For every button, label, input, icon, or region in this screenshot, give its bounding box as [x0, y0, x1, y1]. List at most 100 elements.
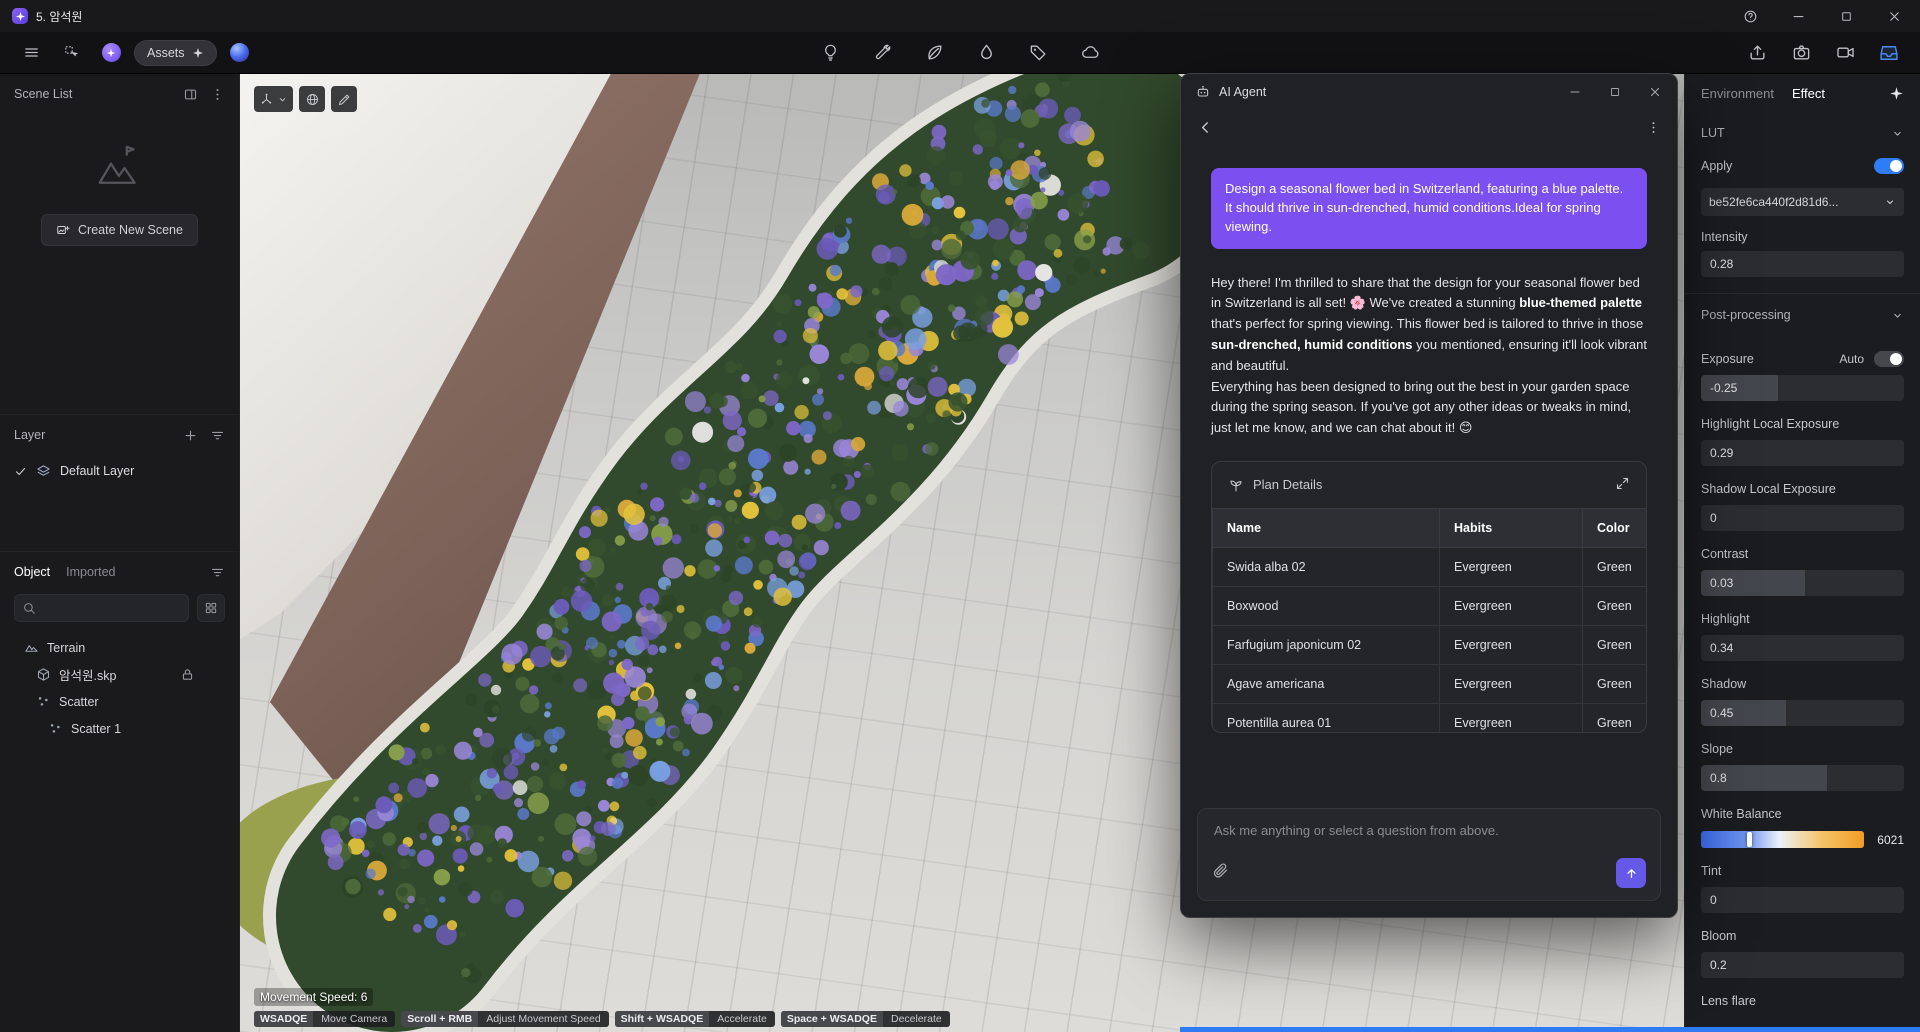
tag-icon	[1029, 43, 1048, 62]
layer-row-default[interactable]: Default Layer	[0, 455, 239, 487]
assets-button[interactable]: Assets	[134, 39, 217, 66]
add-layer-icon[interactable]	[183, 428, 198, 443]
minimize-icon	[1791, 9, 1806, 24]
apply-toggle[interactable]	[1874, 158, 1904, 174]
effects-sparkle-icon[interactable]	[1889, 86, 1904, 101]
back-button[interactable]	[1197, 119, 1214, 141]
material-sphere-button[interactable]	[223, 36, 257, 70]
select-tool-button[interactable]	[54, 36, 88, 70]
auto-exposure-toggle[interactable]	[1874, 351, 1904, 367]
maximize-button[interactable]	[1826, 1, 1866, 31]
lut-title: LUT	[1701, 126, 1725, 140]
plan-table-row[interactable]: Boxwood Evergreen Green	[1212, 585, 1646, 626]
effect-field-highlight-local-exposure: Highlight Local Exposure 0.29	[1701, 415, 1904, 466]
view-mode-grid-button[interactable]	[197, 594, 225, 622]
help-button[interactable]	[1730, 1, 1770, 31]
lut-preset-dropdown[interactable]: be52fe6ca440f2d81d6...	[1701, 188, 1904, 216]
ai-agent-nav	[1181, 110, 1677, 150]
filter-icon[interactable]	[210, 428, 225, 443]
post-processing-title: Post-processing	[1701, 308, 1791, 322]
hamburger-icon	[23, 44, 40, 61]
light-tool-button[interactable]	[813, 36, 847, 70]
water-tool-button[interactable]	[969, 36, 1003, 70]
chevron-down-icon	[277, 94, 288, 105]
menu-button[interactable]	[14, 36, 48, 70]
attach-file-button[interactable]	[1212, 862, 1229, 884]
ai-maximize-button[interactable]	[1599, 78, 1631, 106]
shadow-input[interactable]: 0.45	[1701, 700, 1904, 726]
screenshot-button[interactable]	[1784, 36, 1818, 70]
tag-tool-button[interactable]	[1021, 36, 1055, 70]
plan-table-cell: Green	[1582, 546, 1646, 587]
tab-imported[interactable]: Imported	[66, 565, 115, 579]
tint-input[interactable]: 0	[1701, 887, 1904, 913]
bloom-input[interactable]: 0.2	[1701, 952, 1904, 978]
object-search-input[interactable]	[15, 601, 188, 615]
arrow-up-icon	[1624, 866, 1639, 881]
field-label: Bloom	[1701, 929, 1737, 943]
lock-icon[interactable]	[180, 667, 195, 682]
app-logo-icon	[12, 8, 28, 24]
layers-icon	[36, 464, 51, 479]
send-button[interactable]	[1616, 858, 1646, 888]
object-tree-item-terrain[interactable]: Terrain	[0, 634, 239, 661]
export-button[interactable]	[1740, 36, 1774, 70]
cloud-tool-button[interactable]	[1073, 36, 1107, 70]
field-label: Shadow	[1701, 677, 1747, 691]
scene-list-title: Scene List	[14, 87, 73, 101]
measure-tool-button[interactable]	[331, 86, 357, 112]
minimize-button[interactable]	[1778, 1, 1818, 31]
ai-close-button[interactable]	[1639, 78, 1671, 106]
chat-input[interactable]: Ask me anything or select a question fro…	[1197, 808, 1661, 901]
plan-table-row[interactable]: Agave americana Evergreen Green	[1212, 663, 1646, 704]
tab-environment[interactable]: Environment	[1701, 86, 1774, 101]
record-video-button[interactable]	[1828, 36, 1862, 70]
kebab-menu-icon	[1646, 120, 1661, 135]
expand-table-button[interactable]	[1615, 476, 1630, 494]
highlight-input[interactable]: 0.34	[1701, 635, 1904, 661]
ai-menu-button[interactable]	[1646, 120, 1661, 140]
shortcut-action: Move Camera	[321, 1013, 388, 1025]
exposure-input[interactable]: -0.25	[1701, 375, 1904, 401]
plan-table-cell: Evergreen	[1439, 585, 1583, 626]
field-label: Lens flare	[1701, 994, 1756, 1008]
kebab-menu-icon[interactable]	[210, 87, 225, 102]
slope-input[interactable]: 0.8	[1701, 765, 1904, 791]
object-tree-item-scatter-1[interactable]: Scatter 1	[0, 715, 239, 742]
bottom-accent-bar	[1180, 1027, 1920, 1032]
view-gizmo-button[interactable]	[254, 86, 293, 112]
plan-table-row[interactable]: Swida alba 02 Evergreen Green	[1212, 546, 1646, 587]
plan-table-row[interactable]: Potentilla aurea 01 Evergreen Green	[1212, 702, 1646, 732]
highlight-local-exposure-input[interactable]: 0.29	[1701, 440, 1904, 466]
plan-details-table: Name Habits Color Swida alba 02 Evergreen Gre…	[1212, 507, 1646, 732]
white-balance-handle[interactable]	[1746, 832, 1752, 847]
object-tree-item--skp[interactable]: 암석원.skp	[0, 661, 239, 688]
shortcut-keys: WSADQE	[254, 1011, 314, 1027]
asset-library-button[interactable]	[94, 36, 128, 70]
back-arrow-icon	[1197, 119, 1214, 136]
panel-layout-icon[interactable]	[183, 87, 198, 102]
tab-object[interactable]: Object	[14, 565, 50, 579]
object-tree-item-scatter[interactable]: Scatter	[0, 688, 239, 715]
chat-scroll-area[interactable]: Design a seasonal flower bed in Switzerl…	[1181, 150, 1677, 800]
visibility-check-icon[interactable]	[14, 465, 27, 478]
shadow-local-exposure-input[interactable]: 0	[1701, 505, 1904, 531]
vegetation-button[interactable]	[917, 36, 951, 70]
render-queue-button[interactable]	[1872, 36, 1906, 70]
lut-section-header[interactable]: LUT	[1701, 112, 1904, 154]
contrast-input[interactable]: 0.03	[1701, 570, 1904, 596]
tools-button[interactable]	[865, 36, 899, 70]
close-button[interactable]	[1874, 1, 1914, 31]
globe-view-button[interactable]	[299, 86, 325, 112]
create-new-scene-button[interactable]: Create New Scene	[41, 214, 198, 246]
white-balance-slider[interactable]	[1701, 831, 1864, 848]
ai-agent-titlebar[interactable]: AI Agent	[1181, 74, 1677, 110]
ai-agent-title: AI Agent	[1219, 85, 1267, 99]
object-filter-icon[interactable]	[210, 565, 225, 580]
post-processing-header[interactable]: Post-processing	[1701, 294, 1904, 336]
layer-panel: Layer Default Layer	[0, 415, 239, 552]
lut-intensity-input[interactable]: 0.28	[1701, 251, 1904, 277]
tab-effect[interactable]: Effect	[1792, 86, 1825, 101]
ai-minimize-button[interactable]	[1559, 78, 1591, 106]
plan-table-row[interactable]: Farfugium japonicum 02 Evergreen Green	[1212, 624, 1646, 665]
